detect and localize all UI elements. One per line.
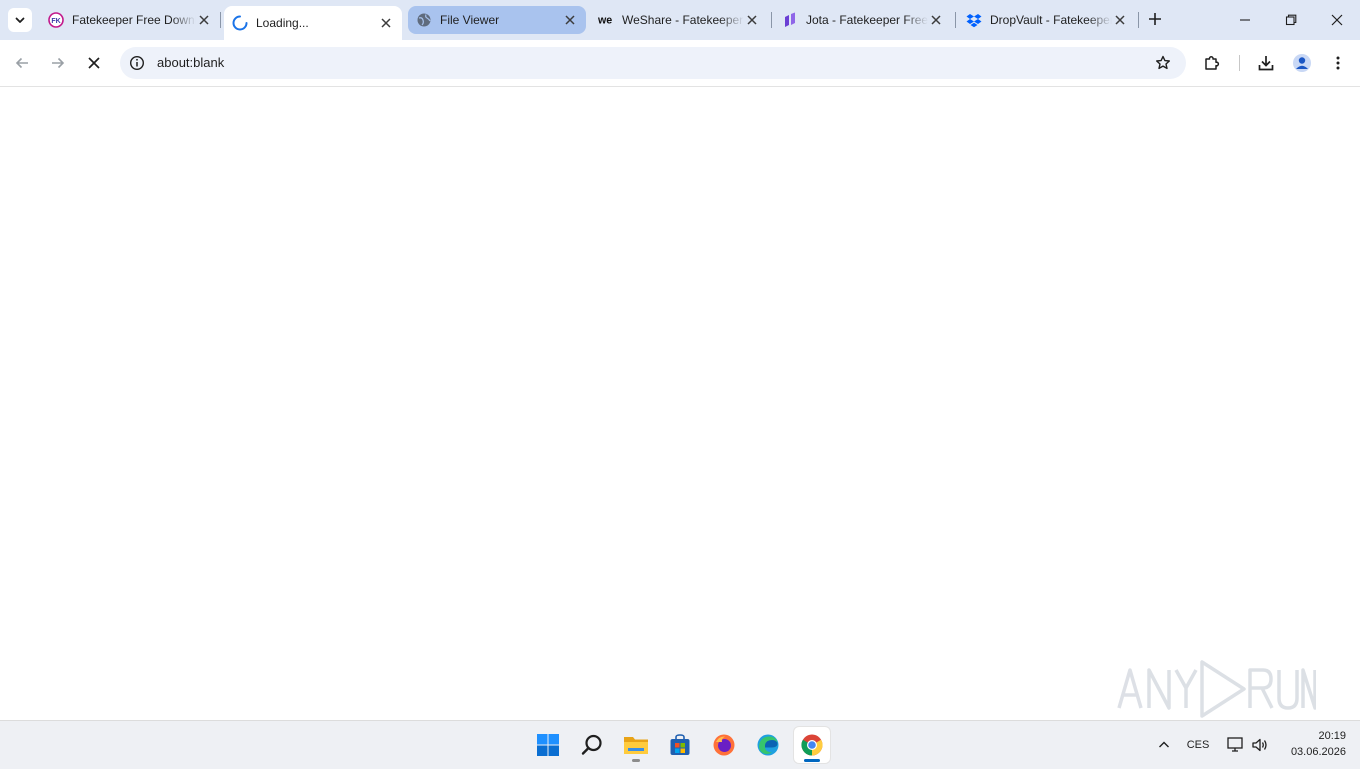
address-bar[interactable]: about:blank: [120, 47, 1186, 79]
tab-weshare[interactable]: we WeShare - Fatekeeper: [590, 6, 768, 34]
globe-icon: [416, 12, 432, 28]
running-indicator: [632, 759, 640, 762]
svg-text:FK: FK: [51, 18, 60, 25]
tab-loading[interactable]: Loading...: [224, 6, 402, 40]
running-indicator: [804, 759, 820, 762]
network-status[interactable]: [1224, 731, 1248, 759]
tab-title: File Viewer: [440, 13, 500, 27]
plus-icon: [1149, 13, 1161, 25]
anyrun-watermark: [1116, 652, 1317, 722]
tab-title: Fatekeeper Free Download: [72, 13, 196, 27]
tab-jota[interactable]: Jota - Fatekeeper Free: [774, 6, 952, 34]
clock-time: 20:19: [1318, 730, 1346, 742]
clock-date: 03.06.2026: [1290, 746, 1346, 758]
tab-fatekeeper[interactable]: FK Fatekeeper Free Download: [40, 6, 220, 34]
microsoft-store-icon: [670, 734, 690, 755]
tab-title: DropVault - Fatekeeper: [990, 13, 1112, 27]
restore-icon: [1285, 14, 1297, 26]
jota-icon: [782, 12, 798, 28]
puzzle-icon: [1205, 56, 1220, 70]
taskbar-firefox[interactable]: [706, 727, 742, 763]
taskbar-search-button[interactable]: [574, 727, 610, 763]
tab-title: Loading...: [256, 16, 309, 30]
search-icon: [581, 734, 602, 755]
close-icon[interactable]: [196, 12, 212, 28]
tab-separator: [771, 12, 772, 28]
close-icon[interactable]: [378, 15, 394, 31]
tab-title: Jota - Fatekeeper Free: [806, 13, 928, 27]
avatar-icon: [1293, 54, 1311, 72]
svg-text:we: we: [598, 15, 612, 27]
volume-icon: [1252, 738, 1267, 752]
language-indicator[interactable]: CES: [1182, 731, 1214, 759]
tab-file-viewer[interactable]: File Viewer: [408, 6, 586, 34]
tab-title: WeShare - Fatekeeper: [622, 13, 744, 27]
forward-button[interactable]: [44, 49, 72, 77]
close-icon[interactable]: [562, 12, 578, 28]
tab-search-button[interactable]: [8, 8, 32, 32]
restore-button[interactable]: [1268, 6, 1314, 34]
taskbar-file-explorer[interactable]: [618, 727, 654, 763]
chevron-up-icon: [1159, 741, 1169, 748]
anyrun-logo-icon: [1117, 660, 1317, 718]
bookmark-star-icon[interactable]: [1154, 54, 1172, 72]
more-vertical-icon: [1336, 56, 1340, 70]
chrome-icon: [801, 734, 823, 756]
close-icon[interactable]: [744, 12, 760, 28]
loading-spinner-icon: [232, 15, 248, 31]
close-window-button[interactable]: [1314, 6, 1360, 34]
system-clock[interactable]: 20:19 03.06.2026: [1276, 728, 1346, 760]
tab-separator: [220, 12, 221, 28]
dropvault-icon: [966, 12, 982, 28]
tab-separator: [1138, 12, 1139, 28]
extensions-button[interactable]: [1198, 49, 1226, 77]
arrow-left-icon: [15, 57, 28, 69]
windows-taskbar: CES 20:19 03.06.2026: [0, 720, 1360, 769]
fatekeeper-icon: FK: [48, 12, 64, 28]
close-icon[interactable]: [1112, 12, 1128, 28]
volume-status[interactable]: [1249, 731, 1271, 759]
back-button[interactable]: [8, 49, 36, 77]
windows-start-button[interactable]: [530, 727, 566, 763]
weshare-icon: we: [598, 12, 614, 28]
show-hidden-icons-button[interactable]: [1152, 731, 1176, 759]
chevron-down-icon: [15, 17, 25, 23]
page-content: [0, 87, 1360, 720]
firefox-icon: [713, 734, 735, 756]
new-tab-button[interactable]: [1144, 8, 1166, 30]
taskbar-microsoft-store[interactable]: [662, 727, 698, 763]
taskbar-edge[interactable]: [750, 727, 786, 763]
stop-loading-button[interactable]: [80, 49, 108, 77]
arrow-right-icon: [52, 57, 65, 69]
toolbar-separator: [1239, 55, 1240, 71]
browser-toolbar: about:blank: [0, 40, 1360, 87]
close-icon: [1331, 14, 1343, 26]
network-icon: [1227, 737, 1243, 752]
windows-start-icon: [537, 734, 559, 756]
profile-button[interactable]: [1288, 49, 1316, 77]
download-icon: [1258, 56, 1274, 71]
edge-icon: [757, 734, 779, 756]
taskbar-chrome[interactable]: [794, 727, 830, 763]
tab-strip: FK Fatekeeper Free Download Loading... F…: [0, 0, 1360, 40]
downloads-button[interactable]: [1252, 49, 1280, 77]
menu-button[interactable]: [1324, 49, 1352, 77]
tab-dropvault[interactable]: DropVault - Fatekeeper: [958, 6, 1136, 34]
close-icon: [88, 57, 100, 69]
info-icon[interactable]: [128, 54, 146, 72]
minimize-icon: [1240, 19, 1250, 21]
url-text[interactable]: about:blank: [157, 55, 224, 70]
minimize-button[interactable]: [1222, 6, 1268, 34]
file-explorer-icon: [624, 737, 648, 754]
tab-separator: [955, 12, 956, 28]
close-icon[interactable]: [928, 12, 944, 28]
